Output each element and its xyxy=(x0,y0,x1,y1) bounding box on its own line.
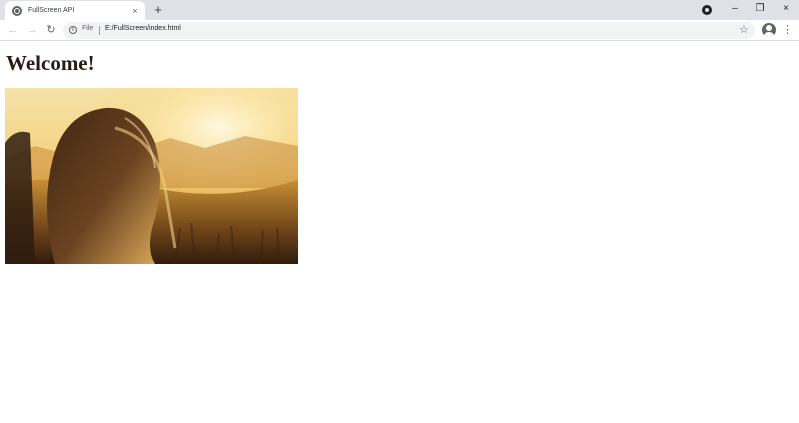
globe-icon xyxy=(12,5,22,16)
back-button[interactable]: ← xyxy=(6,23,20,37)
restore-button[interactable]: ❐ xyxy=(746,0,774,19)
minimize-button[interactable]: – xyxy=(721,0,749,19)
sunset-field-girl-photo xyxy=(5,88,298,264)
address-bar[interactable]: i File E:/FullScreen/index.html ☆ xyxy=(63,22,755,39)
new-tab-button[interactable]: + xyxy=(151,3,165,17)
scheme-label: File xyxy=(82,25,94,32)
close-tab-icon[interactable]: × xyxy=(129,5,141,17)
bookmark-star-icon[interactable]: ☆ xyxy=(739,23,749,36)
tab-fullscreen-api[interactable]: FullScreen API × xyxy=(5,1,145,20)
browser-toolbar: ← → ↻ i File E:/FullScreen/index.html ☆ … xyxy=(0,20,799,41)
address-separator xyxy=(99,26,100,35)
browser-chrome: FullScreen API × + – ❐ × ← → ↻ i File E:… xyxy=(0,0,799,41)
page-heading: Welcome! xyxy=(6,51,95,75)
extension-icon[interactable] xyxy=(702,5,712,15)
tab-strip: FullScreen API × + – ❐ × xyxy=(0,0,799,20)
profile-avatar-icon[interactable] xyxy=(762,23,776,37)
reload-button[interactable]: ↻ xyxy=(44,23,58,37)
tab-title: FullScreen API xyxy=(28,7,75,14)
forward-button[interactable]: → xyxy=(25,23,39,37)
info-icon[interactable]: i xyxy=(69,26,77,34)
url-text[interactable]: E:/FullScreen/index.html xyxy=(105,25,181,32)
close-window-button[interactable]: × xyxy=(772,0,799,19)
browser-menu-icon[interactable]: ⋮ xyxy=(782,23,793,37)
page-content: Welcome! xyxy=(0,41,799,423)
